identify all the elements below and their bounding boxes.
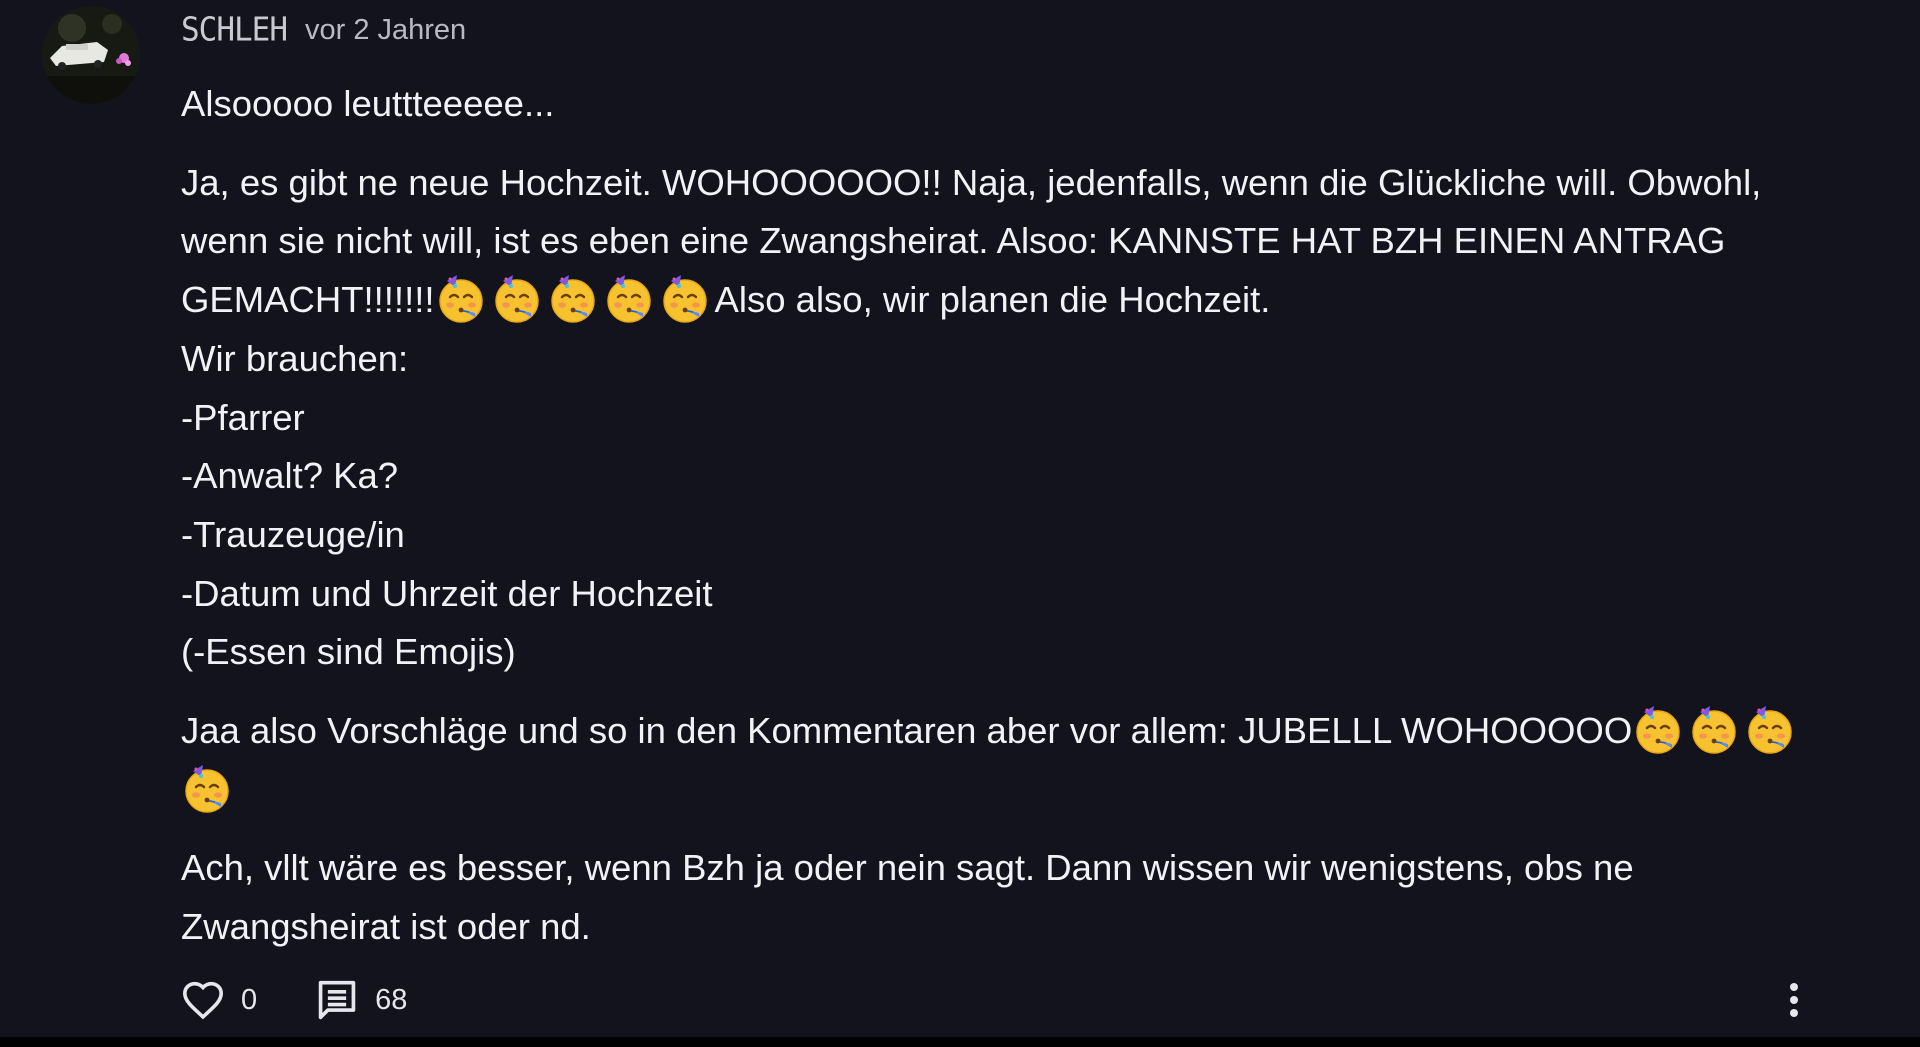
- avatar-image: [42, 6, 140, 104]
- partying-face-emoji: [491, 273, 543, 325]
- partying-face-emoji: [603, 273, 655, 325]
- partying-face-emoji: [547, 273, 599, 325]
- reply-count: 68: [375, 983, 408, 1016]
- partying-face-emoji: [435, 273, 487, 325]
- partying-face-emoji: [181, 763, 233, 815]
- more-vertical-icon: [1790, 983, 1798, 1017]
- comment-body: Alsooooo leuttteeeee... Ja, es gibt ne ne…: [181, 75, 1841, 977]
- like-count: 0: [241, 983, 258, 1016]
- partying-face-emoji: [1744, 704, 1796, 756]
- reply-button[interactable]: 68: [315, 979, 407, 1021]
- comment-paragraph: Ach, vllt wäre es besser, wenn Bzh ja od…: [181, 839, 1841, 956]
- avatar[interactable]: [42, 6, 140, 104]
- comment-text: Ach, vllt wäre es besser, wenn Bzh ja od…: [181, 847, 1644, 948]
- author-name[interactable]: SCHLEH: [181, 11, 288, 49]
- comment-icon: [318, 980, 356, 1020]
- comment-paragraph: Ja, es gibt ne neue Hochzeit. WOHOOOOOO!…: [181, 154, 1841, 682]
- partying-face-emoji: [659, 273, 711, 325]
- partying-face-emoji: [1688, 704, 1740, 756]
- comment-paragraph: Alsooooo leuttteeeee...: [181, 75, 1841, 134]
- more-options-button[interactable]: [1776, 978, 1812, 1022]
- heart-icon: [182, 981, 224, 1020]
- comment-text: Also also, wir planen die Hochzeit. Wir …: [181, 279, 1271, 673]
- timestamp[interactable]: vor 2 Jahren: [305, 14, 466, 47]
- comment-card: SCHLEH vor 2 Jahren Alsooooo leuttteeeee…: [0, 0, 1920, 1037]
- comment-actions: 0 68: [181, 976, 407, 1024]
- partying-face-emoji: [1632, 704, 1684, 756]
- comment-paragraph: Jaa also Vorschläge und so in den Kommen…: [181, 702, 1841, 819]
- comment-text: Alsooooo leuttteeeee...: [181, 83, 555, 124]
- comment-header: SCHLEH vor 2 Jahren: [181, 8, 466, 52]
- like-button[interactable]: 0: [181, 980, 257, 1020]
- comment-text: Jaa also Vorschläge und so in den Kommen…: [181, 710, 1633, 752]
